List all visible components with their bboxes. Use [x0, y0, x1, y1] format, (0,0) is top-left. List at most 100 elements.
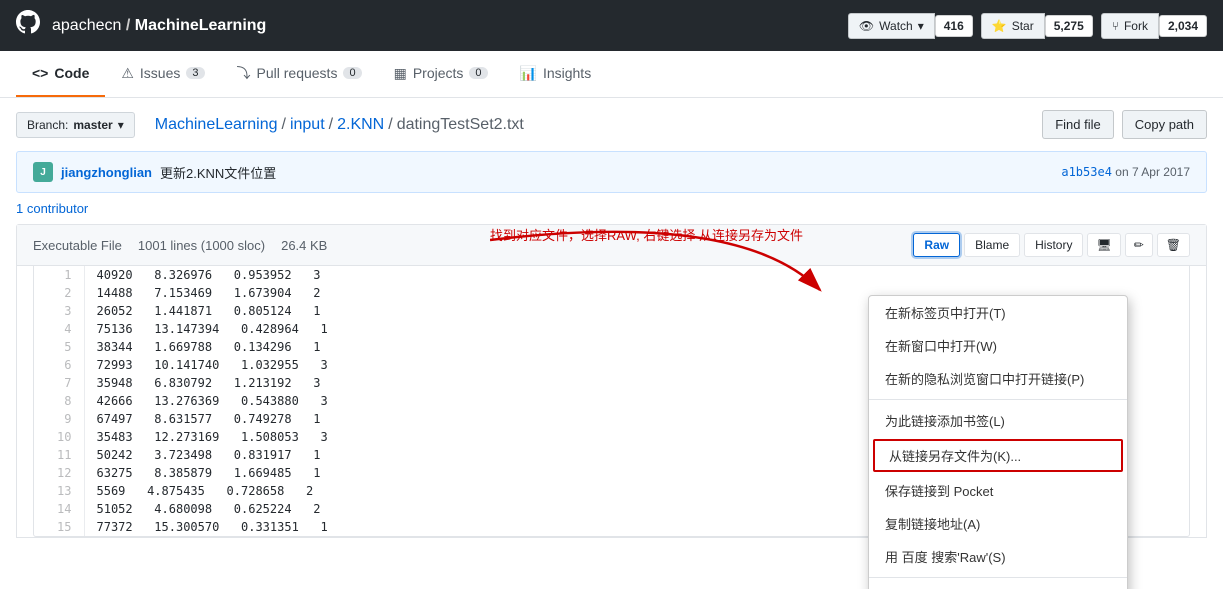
- contributor-bar: 1 contributor: [0, 193, 1223, 224]
- divider-1: [869, 399, 1127, 400]
- ctx-open-tab[interactable]: 在新标签页中打开(T): [869, 296, 1127, 329]
- breadcrumb-knn[interactable]: 2.KNN: [337, 116, 384, 134]
- watch-caret-icon: ▾: [918, 19, 924, 33]
- table-row: 1 40920 8.326976 0.953952 3: [34, 266, 1189, 284]
- commit-sha[interactable]: a1b53e4: [1061, 165, 1112, 179]
- file-type: Executable File: [33, 238, 122, 253]
- nav-tabs: <> Code ⚠ Issues 3 ⤵ Pull requests 0 ▦ P…: [0, 51, 1223, 98]
- line-number: 13: [34, 482, 84, 500]
- ctx-search-baidu[interactable]: 用 百度 搜索'Raw'(S): [869, 540, 1127, 573]
- tab-insights[interactable]: 📊 Insights: [504, 51, 608, 97]
- line-number: 1: [34, 266, 84, 284]
- branch-name: master: [73, 118, 112, 132]
- line-number: 5: [34, 338, 84, 356]
- pr-icon: ⤵: [237, 63, 251, 83]
- fork-icon: ⑂: [1112, 19, 1119, 33]
- file-actions: Raw Blame History 🖥 ✏ 🗑: [913, 233, 1190, 257]
- sep-3: /: [388, 116, 392, 134]
- file-meta: Executable File 1001 lines (1000 sloc) 2…: [17, 225, 1206, 266]
- blame-button[interactable]: Blame: [964, 233, 1020, 257]
- sep-2: /: [329, 116, 333, 134]
- star-button[interactable]: ⭐ Star: [981, 13, 1045, 39]
- branch-caret-icon: ▾: [118, 118, 124, 132]
- repo-actions: 👁 Watch ▾ 416 ⭐ Star 5,275 ⑂ Fork: [848, 13, 1207, 39]
- tab-pr-label: Pull requests: [257, 65, 338, 81]
- branch-selector[interactable]: Branch: master ▾: [16, 112, 135, 138]
- line-number: 10: [34, 428, 84, 446]
- line-number: 14: [34, 500, 84, 518]
- line-number: 4: [34, 320, 84, 338]
- line-number: 11: [34, 446, 84, 464]
- watch-button[interactable]: 👁 Watch ▾: [848, 13, 935, 39]
- ctx-inspect[interactable]: 查看元素(Q): [869, 582, 1127, 589]
- file-size: 26.4 KB: [281, 238, 327, 253]
- repo-separator: /: [126, 17, 135, 34]
- watch-label: Watch: [879, 19, 913, 33]
- commit-meta: a1b53e4 on 7 Apr 2017: [1061, 165, 1190, 179]
- eye-icon: 👁: [859, 19, 874, 33]
- projects-badge: 0: [469, 67, 487, 79]
- ctx-copy-link[interactable]: 复制链接地址(A): [869, 507, 1127, 540]
- issue-icon: ⚠: [121, 65, 134, 82]
- find-file-button[interactable]: Find file: [1042, 110, 1114, 139]
- ctx-save-as[interactable]: 从链接另存文件为(K)...: [873, 439, 1123, 472]
- line-number: 2: [34, 284, 84, 302]
- line-number: 12: [34, 464, 84, 482]
- breadcrumb: MachineLearning / input / 2.KNN / dating…: [155, 116, 524, 134]
- tab-code[interactable]: <> Code: [16, 51, 105, 97]
- repo-name: apachecn / MachineLearning: [52, 17, 266, 35]
- breadcrumb-repo[interactable]: MachineLearning: [155, 116, 278, 134]
- fork-group: ⑂ Fork 2,034: [1101, 13, 1207, 39]
- fork-count: 2,034: [1159, 15, 1207, 37]
- divider-2: [869, 577, 1127, 578]
- tab-projects[interactable]: ▦ Projects 0: [378, 51, 504, 97]
- ctx-open-window[interactable]: 在新窗口中打开(W): [869, 329, 1127, 362]
- page-wrapper: apachecn / MachineLearning 👁 Watch ▾ 416…: [0, 0, 1223, 589]
- commit-author[interactable]: jiangzhonglian: [61, 165, 152, 180]
- watch-group: 👁 Watch ▾ 416: [848, 13, 973, 39]
- star-count: 5,275: [1045, 15, 1093, 37]
- ctx-open-private[interactable]: 在新的隐私浏览窗口中打开链接(P): [869, 362, 1127, 395]
- line-number: 8: [34, 392, 84, 410]
- star-icon: ⭐: [992, 19, 1007, 33]
- breadcrumb-actions: Find file Copy path: [1042, 110, 1207, 139]
- repo-title: MachineLearning: [135, 17, 267, 34]
- commit-date: on 7 Apr 2017: [1115, 165, 1190, 179]
- delete-button[interactable]: 🗑: [1157, 233, 1190, 257]
- copy-path-button[interactable]: Copy path: [1122, 110, 1207, 139]
- watch-count: 416: [935, 15, 973, 37]
- issues-badge: 3: [186, 67, 204, 79]
- raw-button[interactable]: Raw: [913, 233, 960, 257]
- desktop-button[interactable]: 🖥: [1087, 233, 1120, 257]
- project-icon: ▦: [394, 65, 407, 82]
- breadcrumb-current: datingTestSet2.txt: [397, 116, 524, 134]
- tab-issues[interactable]: ⚠ Issues 3: [105, 51, 220, 97]
- tab-pull-requests[interactable]: ⤵ Pull requests 0: [221, 51, 378, 97]
- edit-button[interactable]: ✏: [1125, 233, 1153, 257]
- line-number: 9: [34, 410, 84, 428]
- commit-bar: J jiangzhonglian 更新2.KNN文件位置 a1b53e4 on …: [16, 151, 1207, 193]
- header: apachecn / MachineLearning 👁 Watch ▾ 416…: [0, 0, 1223, 51]
- file-lines: 1001 lines (1000 sloc): [138, 238, 265, 253]
- ctx-save-pocket[interactable]: 保存链接到 Pocket: [869, 474, 1127, 507]
- code-icon: <>: [32, 65, 48, 81]
- ctx-bookmark[interactable]: 为此链接添加书签(L): [869, 404, 1127, 437]
- breadcrumb-bar: Branch: master ▾ MachineLearning / input…: [0, 98, 1223, 151]
- line-number: 15: [34, 518, 84, 536]
- commit-message: 更新2.KNN文件位置: [160, 163, 276, 182]
- star-label: Star: [1012, 19, 1034, 33]
- pr-badge: 0: [343, 67, 361, 79]
- fork-button[interactable]: ⑂ Fork: [1101, 13, 1159, 39]
- contributor-link[interactable]: 1 contributor: [16, 201, 88, 216]
- tab-projects-label: Projects: [413, 65, 464, 81]
- file-stats: Executable File 1001 lines (1000 sloc) 2…: [33, 238, 327, 253]
- github-icon: [16, 10, 40, 41]
- tab-code-label: Code: [54, 65, 89, 81]
- fork-label: Fork: [1124, 19, 1148, 33]
- history-button[interactable]: History: [1024, 233, 1083, 257]
- line-code: 40920 8.326976 0.953952 3: [84, 266, 1189, 284]
- tab-issues-label: Issues: [140, 65, 180, 81]
- org-name: apachecn: [52, 17, 121, 34]
- line-number: 6: [34, 356, 84, 374]
- breadcrumb-input[interactable]: input: [290, 116, 325, 134]
